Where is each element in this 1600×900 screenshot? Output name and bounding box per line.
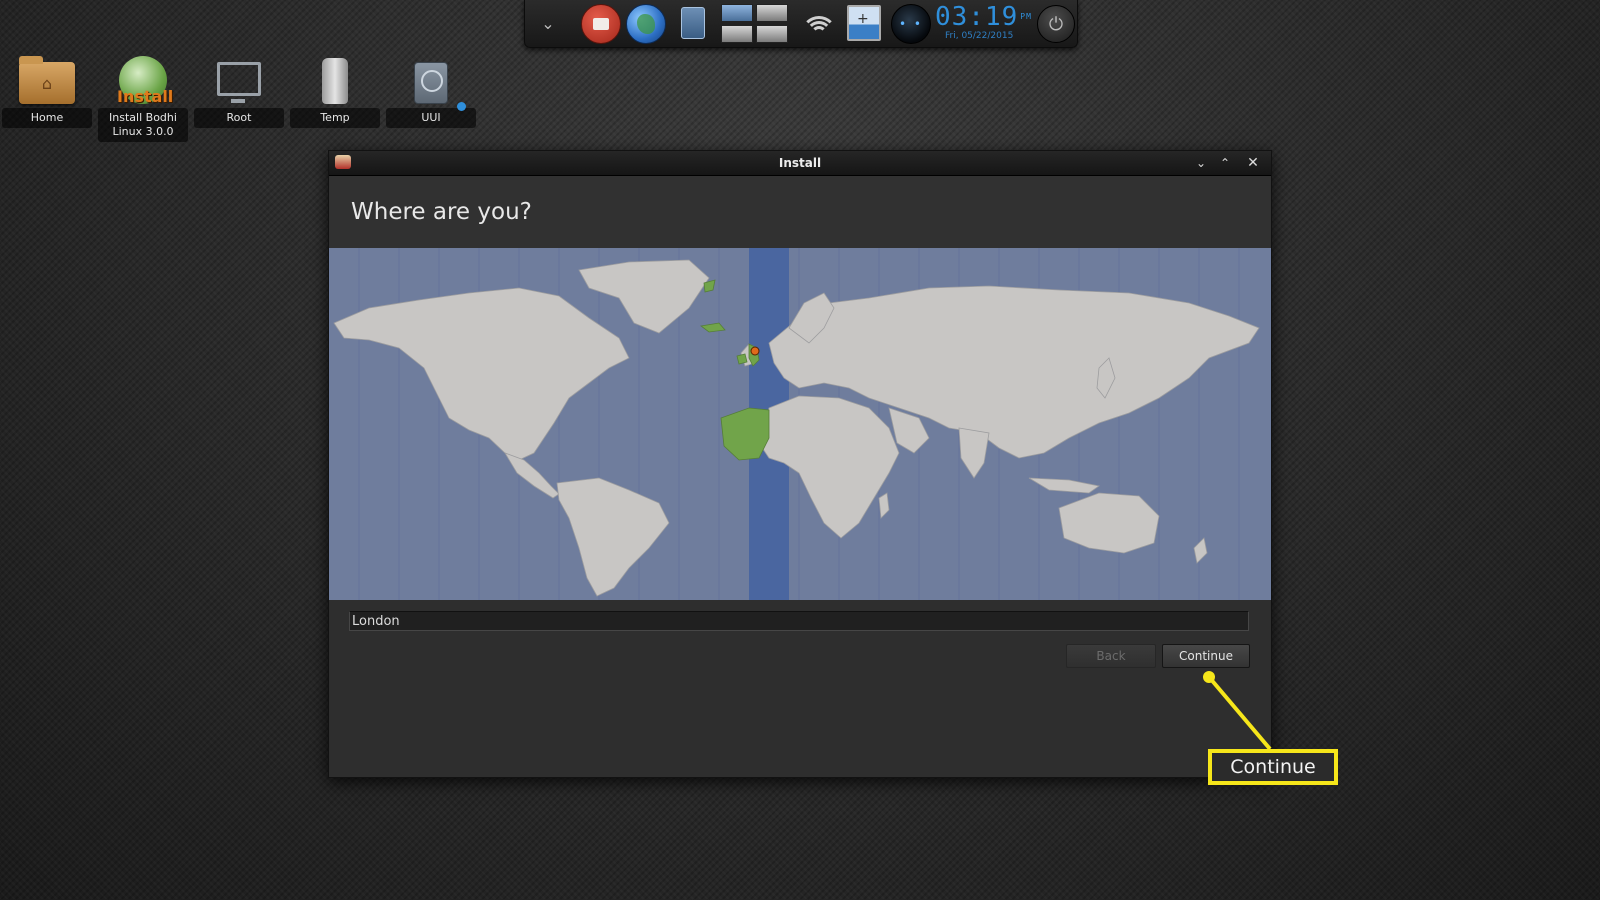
callout-label-box: Continue	[1208, 749, 1338, 785]
desktop-icon-label: Home	[2, 108, 92, 128]
folder-home-icon: ⌂	[19, 56, 75, 104]
desktop-icon-label: Install Bodhi Linux 3.0.0	[98, 108, 188, 142]
continue-button[interactable]: Continue	[1162, 644, 1250, 668]
desktop-icon-uui[interactable]: UUI	[386, 50, 476, 128]
world-map[interactable]	[329, 248, 1271, 600]
monitor-icon	[217, 62, 261, 103]
desktop-icon-label: UUI	[386, 108, 476, 128]
trash-vase-icon	[322, 58, 348, 104]
timezone-map[interactable]	[329, 248, 1271, 600]
back-button[interactable]: Back	[1066, 644, 1156, 668]
desktop-icon-label: Root	[194, 108, 284, 128]
top-panel: ⌄ 03:19PM Fri, 05/22/2015 ⏻	[524, 0, 1078, 48]
clock-date: Fri, 05/22/2015	[945, 31, 1014, 41]
workspace-4[interactable]	[755, 25, 788, 43]
desktop-icon-label: Temp	[290, 108, 380, 128]
mixer-icon[interactable]	[891, 4, 931, 44]
chevron-down-icon[interactable]: ⌄	[533, 4, 563, 42]
desktop-icon-temp[interactable]: Temp	[290, 50, 380, 128]
window-title: Install	[778, 156, 822, 170]
desktop-icon-root[interactable]: Root	[194, 50, 284, 128]
install-leaf-icon: Install	[117, 56, 173, 106]
page-title: Where are you?	[351, 199, 532, 225]
workspace-pager[interactable]	[720, 4, 788, 43]
location-pin-icon	[750, 346, 760, 356]
file-manager-icon[interactable]	[581, 4, 621, 44]
minimize-icon[interactable]: ⌄	[1191, 153, 1211, 173]
window-titlebar[interactable]: Install ⌄ ⌃ ✕	[329, 151, 1271, 176]
desktop-icon-install[interactable]: Install Install Bodhi Linux 3.0.0	[98, 50, 188, 142]
power-icon[interactable]: ⏻	[1037, 5, 1075, 43]
installer-app-icon	[335, 155, 351, 169]
install-overlay-text: Install	[117, 87, 174, 106]
maximize-icon[interactable]: ⌃	[1215, 153, 1235, 173]
clock[interactable]: 03:19 PM Fri, 05/22/2015	[935, 4, 1039, 42]
workspace-2[interactable]	[755, 4, 788, 22]
drive-icon	[414, 62, 448, 104]
callout-label: Continue	[1230, 756, 1316, 778]
battery-icon[interactable]	[847, 4, 881, 42]
desktop-icon-home[interactable]: ⌂ Home	[2, 50, 92, 128]
install-window: Install ⌄ ⌃ ✕ Where are you? London Back…	[328, 150, 1272, 778]
tasks-icon[interactable]	[679, 4, 707, 42]
clock-time: 03:19	[935, 2, 1019, 32]
web-browser-icon[interactable]	[626, 4, 666, 44]
workspace-3[interactable]	[720, 25, 753, 43]
status-dot	[457, 102, 466, 111]
clock-ampm: PM	[1020, 12, 1032, 21]
wifi-icon[interactable]	[799, 4, 839, 42]
timezone-input[interactable]	[349, 611, 1249, 631]
page-heading-area: Where are you?	[329, 176, 1271, 249]
workspace-1[interactable]	[720, 4, 753, 22]
close-icon[interactable]: ✕	[1243, 153, 1263, 173]
